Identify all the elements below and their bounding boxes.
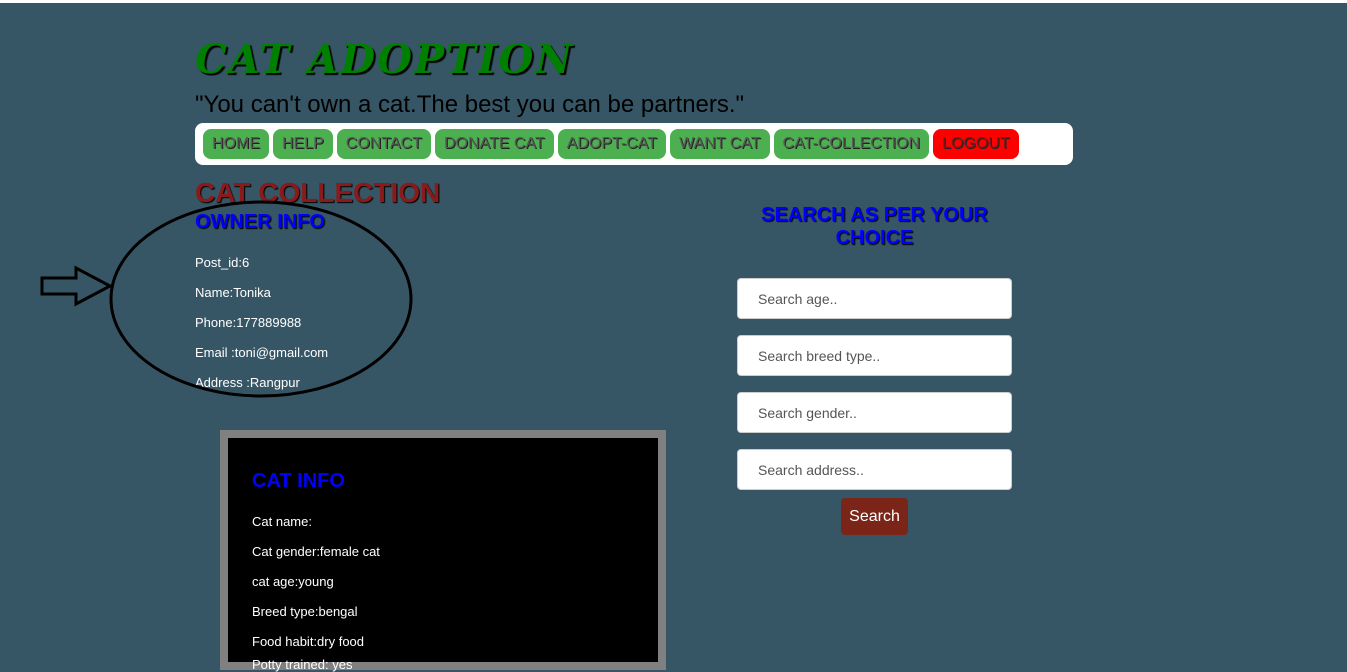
cat-food-habit: Food habit:dry food: [252, 634, 365, 649]
annotation-arrow-icon: [40, 265, 114, 307]
cat-age: cat age:young: [252, 574, 334, 589]
nav-help-button[interactable]: HELP: [273, 129, 333, 159]
owner-phone: Phone:177889988: [195, 315, 302, 330]
owner-address: Address :Rangpur: [195, 375, 300, 390]
owner-info-title: OWNER INFO: [195, 211, 325, 233]
search-title: SEARCH AS PER YOUR CHOICE: [761, 204, 988, 249]
site-title: CAT ADOPTION: [195, 36, 574, 83]
nav-bar: HOME HELP CONTACT DONATE CAT ADOPT-CAT W…: [195, 123, 1073, 165]
page-title: CAT COLLECTION: [195, 177, 441, 208]
cat-name: Cat name:: [252, 514, 312, 529]
cat-potty-trained: Potty trained: yes: [252, 657, 353, 672]
nav-contact-button[interactable]: CONTACT: [336, 129, 431, 159]
nav-want-cat-button[interactable]: WANT CAT: [670, 129, 770, 159]
search-breed-input[interactable]: [737, 335, 1012, 376]
nav-donate-cat-button[interactable]: DONATE CAT: [434, 129, 554, 159]
nav-home-button[interactable]: HOME: [203, 129, 269, 159]
search-button[interactable]: Search: [841, 498, 908, 535]
owner-name: Name:Tonika: [195, 285, 271, 300]
search-gender-input[interactable]: [737, 392, 1012, 433]
nav-adopt-cat-button[interactable]: ADOPT-CAT: [557, 129, 667, 159]
search-address-input[interactable]: [737, 449, 1012, 490]
site-tagline: "You can't own a cat.The best you can be…: [195, 91, 745, 118]
cat-info-panel: CAT INFO Cat name: Cat gender:female cat…: [220, 430, 666, 672]
search-age-input[interactable]: [737, 278, 1012, 319]
cat-gender: Cat gender:female cat: [252, 544, 380, 559]
owner-post-id: Post_id:6: [195, 255, 250, 270]
cat-info-title: CAT INFO: [252, 470, 345, 492]
nav-logout-button[interactable]: LOGOUT: [933, 129, 1019, 159]
nav-cat-collection-button[interactable]: CAT-COLLECTION: [773, 129, 930, 159]
owner-email: Email :toni@gmail.com: [195, 345, 329, 360]
cat-breed: Breed type:bengal: [252, 604, 358, 619]
